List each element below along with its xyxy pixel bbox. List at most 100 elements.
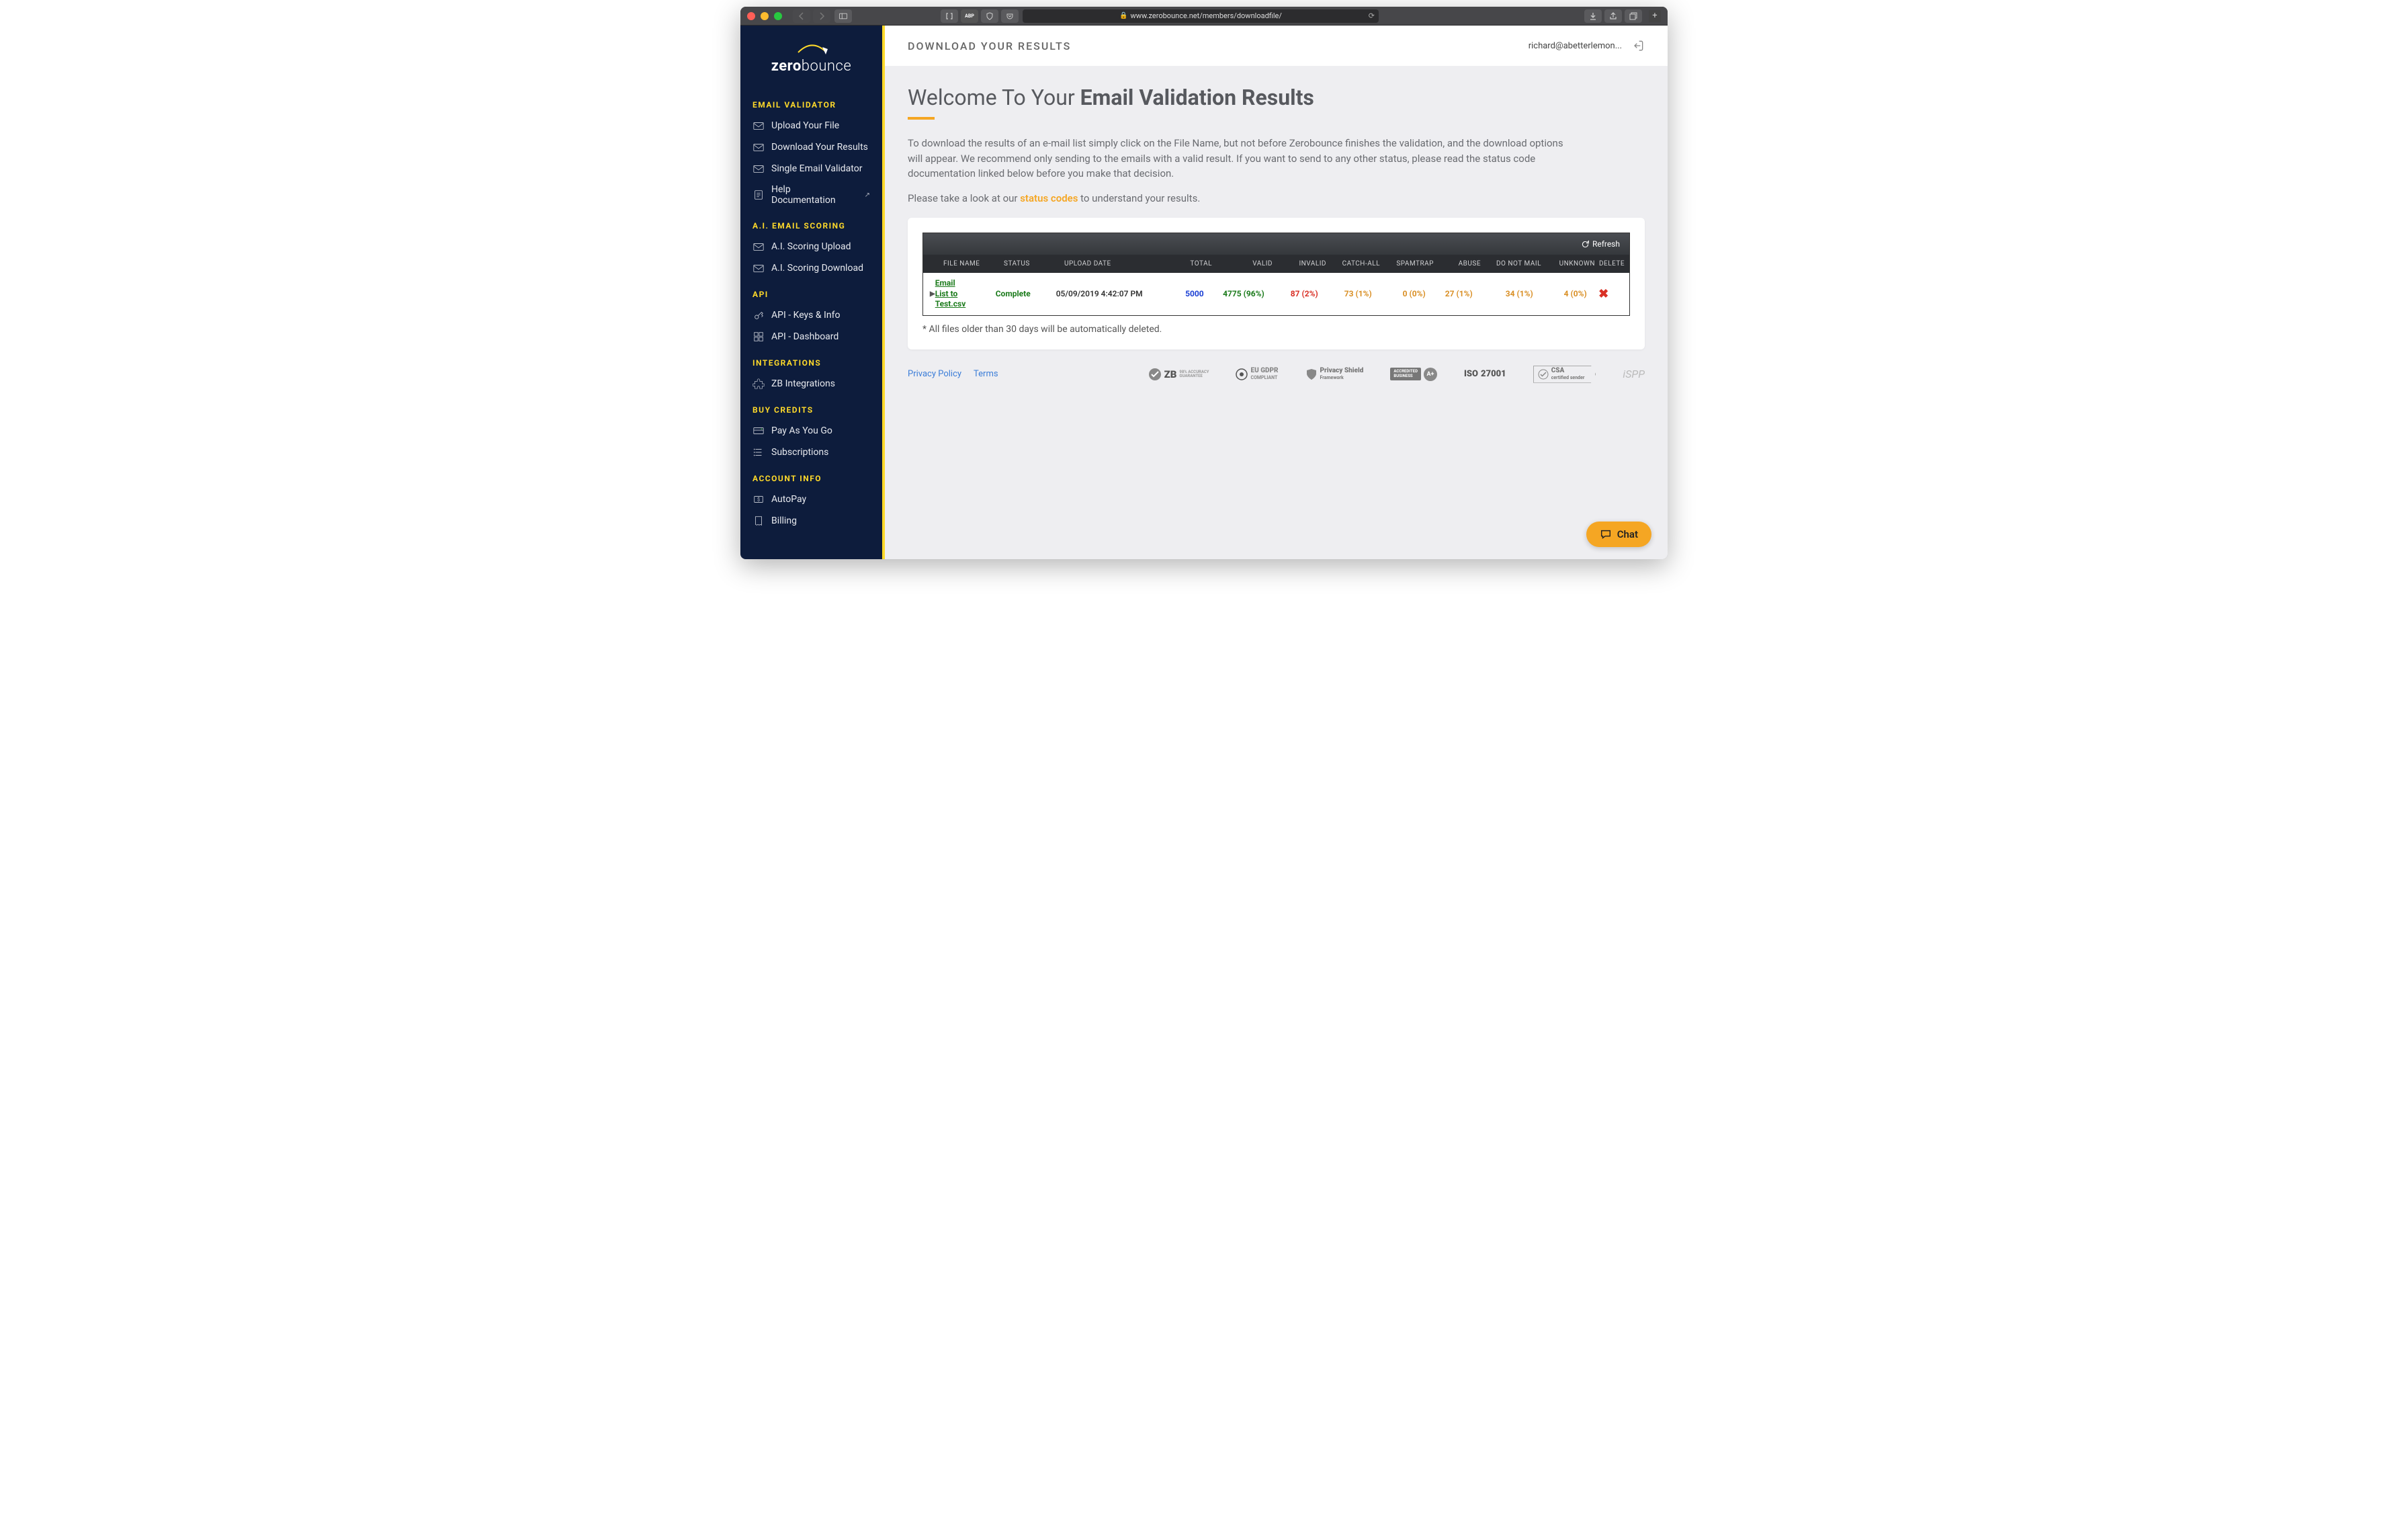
brand-logo[interactable]: zerobounce [740,35,882,89]
window-zoom-button[interactable] [774,12,782,20]
cell-valid: 4775 (96%) [1204,289,1264,298]
badge-csa: CSAcertified sender [1533,366,1596,383]
sidebar-item-billing[interactable]: Billing [740,510,882,532]
address-bar[interactable]: 🔒 www.zerobounce.net/members/downloadfil… [1023,9,1379,23]
th-delete: DELETE [1595,260,1629,267]
url-text: www.zerobounce.net/members/downloadfile/ [1131,11,1282,20]
download-icon [1589,12,1597,20]
ext-button-1[interactable] [941,9,958,23]
file-link[interactable]: Email List to Test.csv [935,278,996,310]
reload-icon[interactable]: ⟳ [1369,11,1375,20]
cell-filename[interactable]: Email List to Test.csv [935,278,996,310]
expand-row-button[interactable]: ▶ [930,290,935,298]
sidebar-item-api-keys[interactable]: API - Keys & Info [740,304,882,326]
list-icon [752,446,765,458]
nav-label: Pay As You Go [771,425,832,436]
sidebar-item-subscriptions[interactable]: Subscriptions [740,442,882,463]
nav-section-title: ACCOUNT INFO [740,463,882,489]
envelope-icon [752,120,765,132]
privacy-link[interactable]: Privacy Policy [908,369,961,379]
th-valid: VALID [1212,260,1273,267]
status-codes-link[interactable]: status codes [1020,192,1078,204]
page-footer: Privacy Policy Terms ZB 98% ACCURACYGUAR… [908,349,1645,399]
app-sidebar: zerobounce EMAIL VALIDATOR Upload Your F… [740,26,885,559]
money-icon: $ [752,493,765,505]
nav-section-title: API [740,279,882,304]
external-icon: ↗ [865,192,870,199]
results-panel: Refresh FILE NAME STATUS UPLOAD DATE TOT… [908,218,1645,349]
cell-invalid: 87 (2%) [1264,289,1318,298]
logout-icon[interactable] [1631,39,1645,52]
sidebar-item-ai-download[interactable]: A.I. Scoring Download [740,257,882,279]
pocket-icon [1006,12,1014,20]
lock-icon: 🔒 [1119,12,1127,19]
badge-ispp: iSPP [1623,368,1645,380]
sidebar-item-ai-upload[interactable]: A.I. Scoring Upload [740,236,882,257]
receipt-icon [752,515,765,527]
sidebar-item-integrations[interactable]: ZB Integrations [740,373,882,395]
th-invalid: INVALID [1273,260,1326,267]
chat-button[interactable]: Chat [1586,522,1651,547]
cell-abuse: 27 (1%) [1426,289,1473,298]
heading-underline [908,117,935,120]
downloads-button[interactable] [1584,9,1602,23]
sidebar-item-help-docs[interactable]: Help Documentation ↗ [740,179,882,210]
user-email[interactable]: richard@abetterlemon... [1529,41,1622,51]
badge-gdpr: EU GDPRCOMPLIANT [1236,368,1278,381]
sidebar-item-single-validator[interactable]: Single Email Validator [740,158,882,179]
back-button[interactable] [793,9,810,23]
new-tab-button[interactable]: + [1649,10,1661,22]
refresh-button[interactable]: Refresh [1581,239,1620,249]
cell-upload: 05/09/2019 4:42:07 PM [1056,289,1157,298]
panel-icon [839,12,847,20]
dashboard-icon [752,331,765,343]
key-icon [752,309,765,321]
ext-button-3[interactable] [981,9,998,23]
sidebar-item-download-results[interactable]: Download Your Results [740,136,882,158]
share-button[interactable] [1604,9,1622,23]
terms-link[interactable]: Terms [974,369,998,379]
nav-label: API - Dashboard [771,331,838,342]
nav-section-title: EMAIL VALIDATOR [740,89,882,115]
cell-catchall: 73 (1%) [1318,289,1372,298]
gdpr-icon [1236,368,1248,380]
results-table: Refresh FILE NAME STATUS UPLOAD DATE TOT… [922,233,1630,316]
cell-spam: 0 (0%) [1372,289,1426,298]
page-topbar: DOWNLOAD YOUR RESULTS richard@abetterlem… [885,26,1668,66]
sidebar-item-upload-file[interactable]: Upload Your File [740,115,882,136]
table-toolbar: Refresh [923,233,1629,255]
sidebar-toggle-button[interactable] [834,9,852,23]
shield-icon [1305,368,1318,380]
envelope-icon [752,163,765,175]
nav-label: Single Email Validator [771,163,862,174]
check-circle-icon [1538,369,1549,380]
cell-unknown: 4 (0%) [1533,289,1587,298]
sidebar-item-api-dashboard[interactable]: API - Dashboard [740,326,882,347]
envelope-icon [752,241,765,253]
th-upload: UPLOAD DATE [1064,260,1165,267]
nav-section-title: INTEGRATIONS [740,347,882,373]
cell-total: 5000 [1157,289,1204,298]
forward-button[interactable] [813,9,830,23]
ext-button-2[interactable]: ABP [961,9,978,23]
nav-label: A.I. Scoring Download [771,263,863,274]
table-row: ▶ Email List to Test.csv Complete 05/09/… [923,273,1629,315]
ext-button-4[interactable] [1001,9,1019,23]
check-circle-icon [1148,368,1162,381]
th-dnm: DO NOT MAIL [1481,260,1541,267]
nav-label: Billing [771,515,797,526]
sidebar-item-payg[interactable]: Pay As You Go [740,420,882,442]
window-close-button[interactable] [747,12,755,20]
nav-label: Subscriptions [771,447,828,458]
page-title: DOWNLOAD YOUR RESULTS [908,40,1071,52]
chevron-right-icon [818,12,826,20]
badge-iso: ISO27001 [1464,369,1506,379]
chat-icon [1600,528,1612,540]
delete-row-button[interactable]: ✖ [1587,287,1621,301]
nav-section-title: BUY CREDITS [740,395,882,420]
sidebar-item-autopay[interactable]: $ AutoPay [740,489,882,510]
nav-label: API - Keys & Info [771,310,840,321]
window-minimize-button[interactable] [761,12,769,20]
tabs-button[interactable] [1625,9,1642,23]
refresh-icon [1581,240,1590,249]
